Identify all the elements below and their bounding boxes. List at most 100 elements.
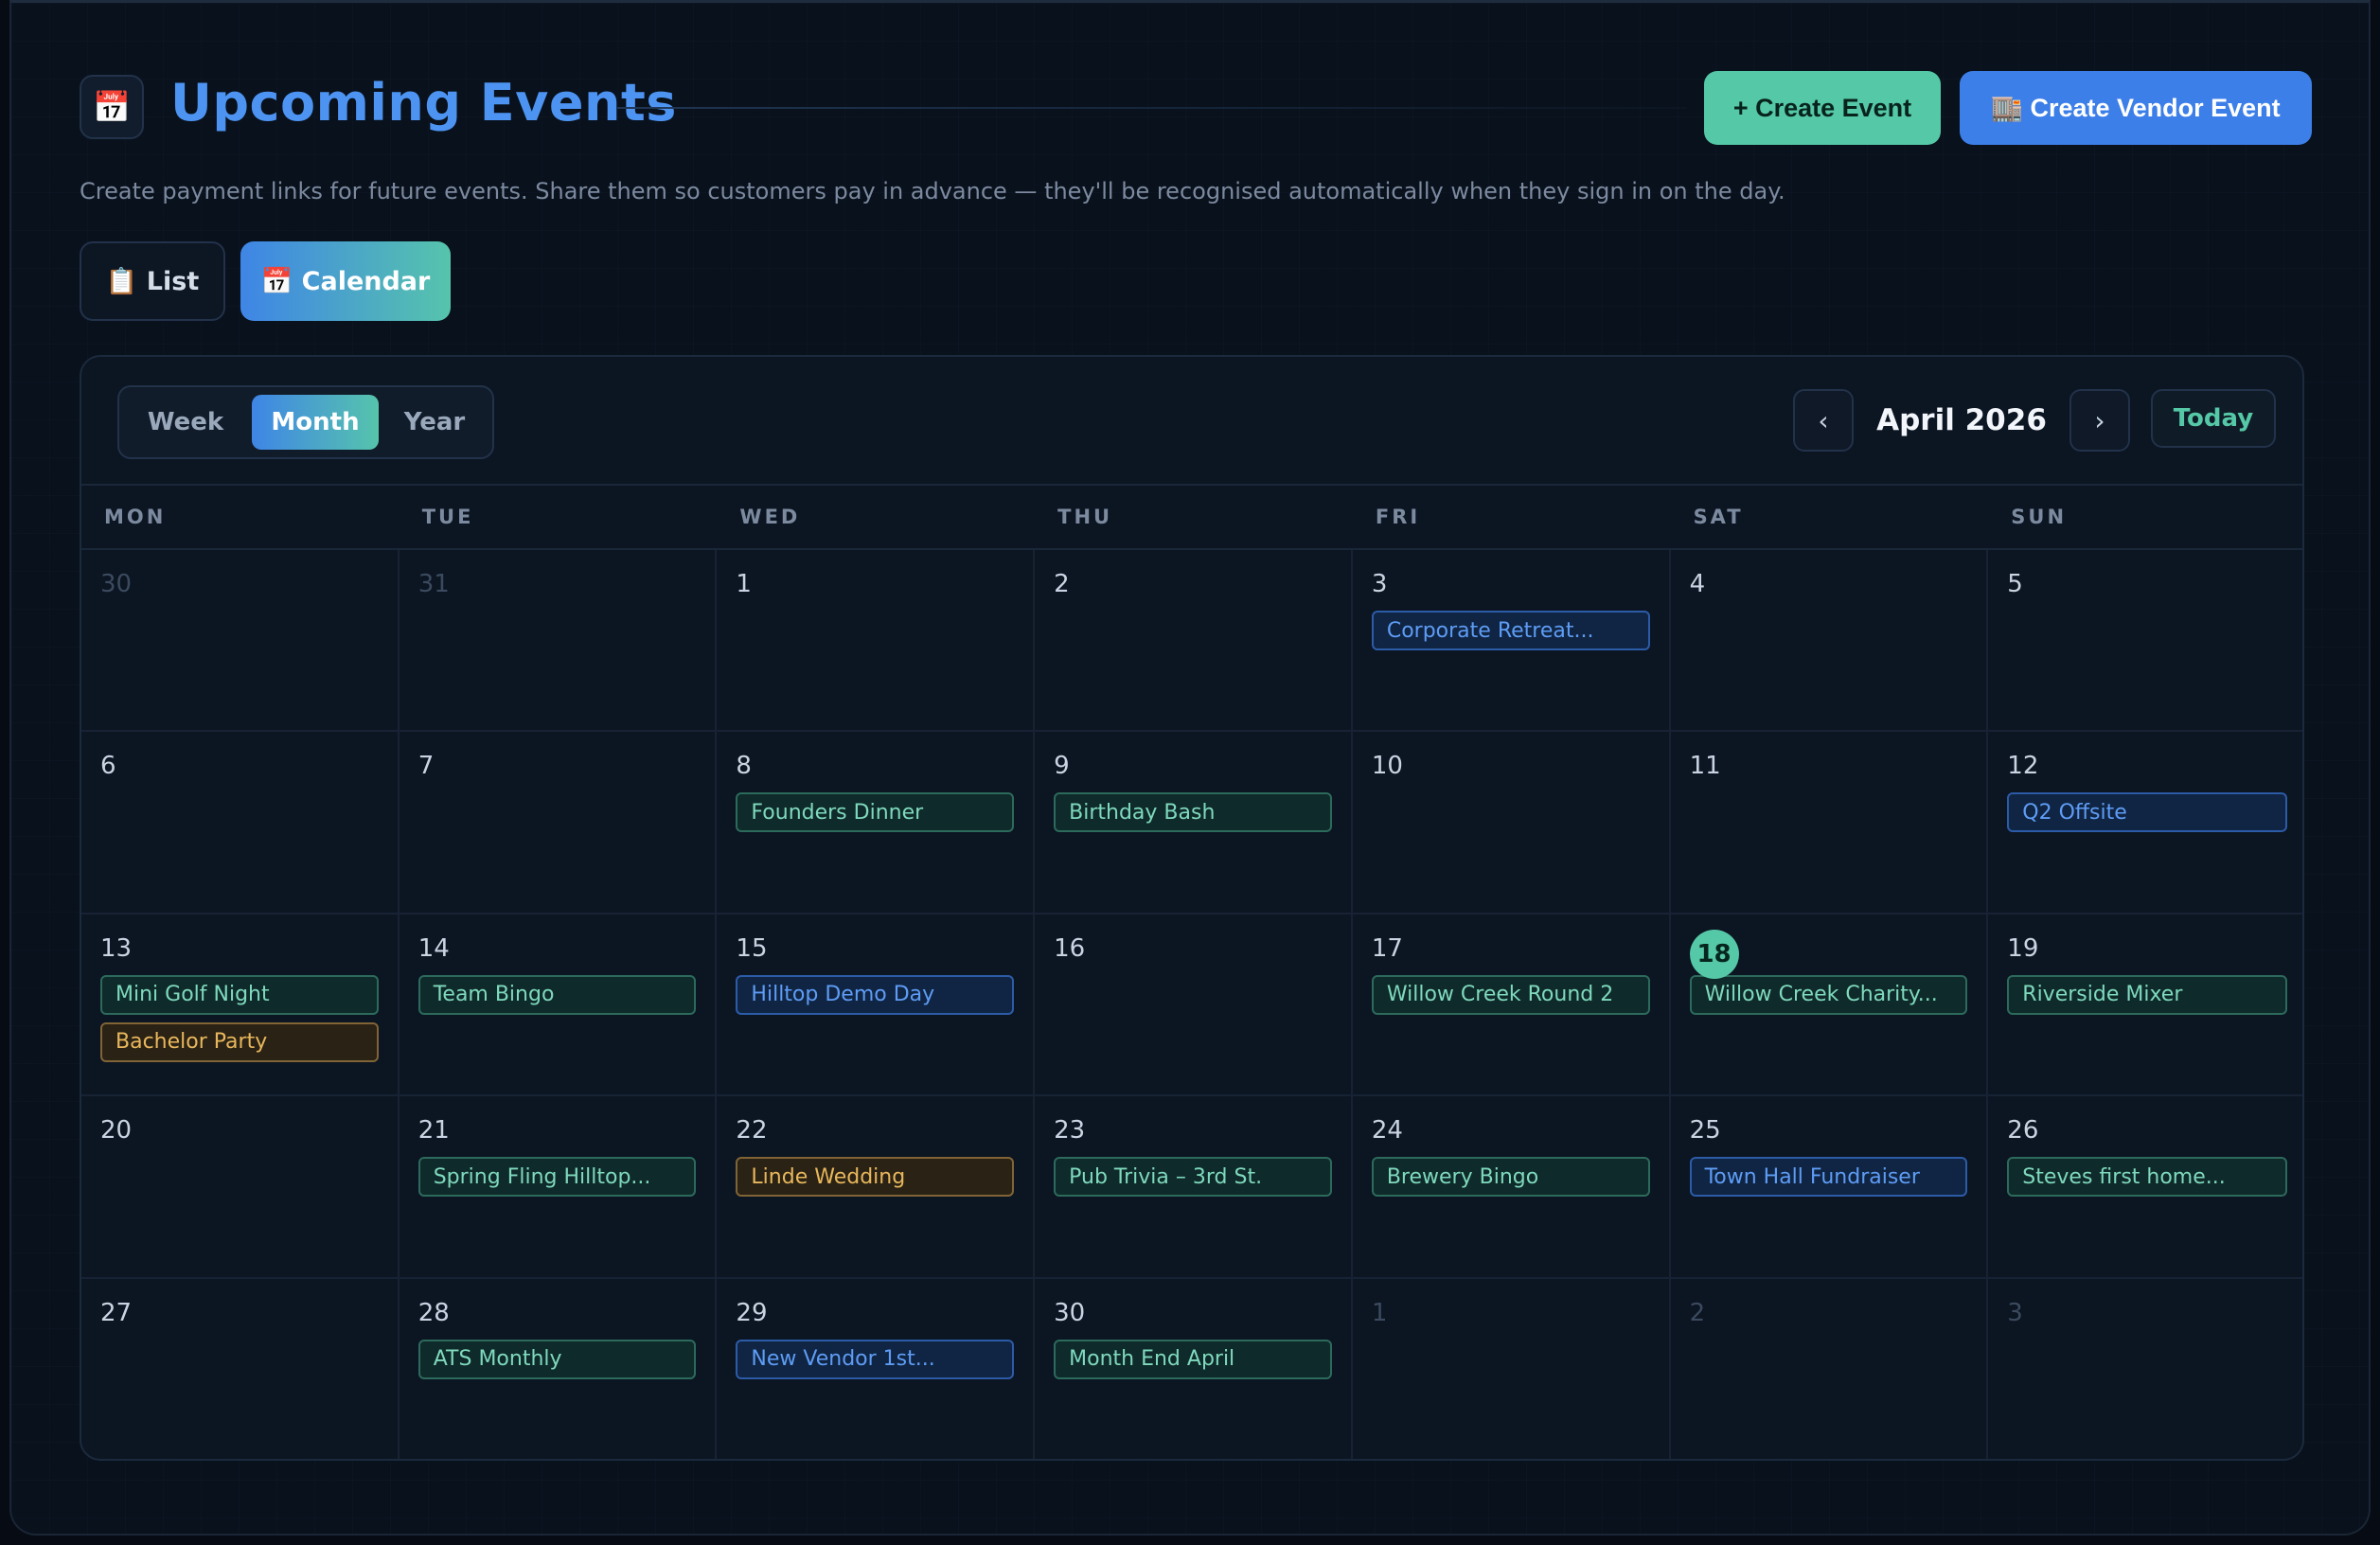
day-cell[interactable]: 12 Q2 Offsite (1988, 732, 2302, 915)
day-cell[interactable]: 28 ATS Monthly (400, 1278, 718, 1459)
day-number: 19 (2007, 933, 2039, 963)
list-view-button[interactable]: 📋 List (80, 241, 225, 321)
event-chip[interactable]: Hilltop Demo Day (736, 974, 1015, 1015)
day-number-row: 4 (1690, 569, 1968, 599)
next-month-button[interactable]: › (2069, 389, 2130, 452)
day-cell[interactable]: 23 Pub Trivia – 3rd St. (1035, 1096, 1353, 1279)
event-chip[interactable]: Willow Creek Charity... (1689, 974, 1968, 1015)
day-number-row: 3 (1372, 569, 1650, 599)
event-chip[interactable]: Steves first home... (2007, 1157, 2287, 1198)
day-number-row: 10 (1372, 751, 1650, 781)
event-chip[interactable]: Spring Fling Hilltop... (417, 1157, 697, 1198)
event-chip[interactable]: Pub Trivia – 3rd St. (1054, 1157, 1332, 1198)
event-chip[interactable]: Corporate Retreat... (1371, 611, 1650, 650)
day-cell[interactable]: 4 (1670, 550, 1989, 733)
day-number: 31 (417, 570, 450, 598)
day-cell[interactable]: 17 Willow Creek Round 2 (1352, 914, 1671, 1097)
create-event-button[interactable]: + Create Event (1704, 71, 1941, 145)
event-chip[interactable]: Willow Creek Round 2 (1371, 974, 1650, 1015)
event-chip[interactable]: Birthday Bash (1054, 792, 1332, 833)
create-vendor-event-button[interactable]: 🏬 Create Vendor Event (1960, 71, 2312, 145)
day-cell[interactable]: 26 Steves first home... (1988, 1096, 2302, 1279)
day-cell[interactable]: 30 Month End April (1035, 1278, 1353, 1459)
page-title: Upcoming Events (170, 73, 677, 133)
event-chip[interactable]: Team Bingo (417, 974, 697, 1015)
day-number-row: 12 (2007, 751, 2287, 781)
calendar-panel: Week Month Year ‹ April 2026 › Today MON… (80, 355, 2304, 1461)
day-number-row: 14 (418, 933, 697, 964)
day-number: 4 (1689, 570, 1706, 598)
event-chip[interactable]: Bachelor Party (100, 1021, 379, 1062)
weekday-fri: FRI (1375, 506, 1421, 528)
day-number: 30 (100, 570, 133, 598)
day-number: 22 (736, 1116, 768, 1145)
day-cell[interactable]: 1 (1353, 1278, 1671, 1459)
day-cell[interactable]: 1 (717, 550, 1036, 733)
day-cell[interactable]: 9 Birthday Bash (1035, 732, 1353, 915)
day-cell[interactable]: 30 (81, 550, 400, 733)
day-cell[interactable]: 19 Riverside Mixer (1988, 915, 2302, 1097)
day-number-row: 29 (736, 1298, 1014, 1328)
event-chip[interactable]: Month End April (1054, 1339, 1332, 1379)
weekday-sat: SAT (1693, 506, 1744, 528)
day-cell[interactable]: 18 Willow Creek Charity... (1670, 914, 1989, 1097)
day-number-row: 8 (736, 751, 1014, 781)
day-cell[interactable]: 11 (1670, 732, 1989, 915)
event-chip[interactable]: New Vendor 1st... (736, 1339, 1015, 1379)
day-number-row: 28 (418, 1298, 697, 1328)
day-cell[interactable]: 7 (399, 732, 718, 915)
day-cell[interactable]: 15 Hilltop Demo Day (717, 914, 1036, 1097)
day-cell[interactable]: 25 Town Hall Fundraiser (1670, 1096, 1989, 1279)
day-cell[interactable]: 20 (81, 1096, 400, 1279)
day-cell[interactable]: 2 (1671, 1278, 1989, 1459)
day-number-row: 30 (1054, 1298, 1332, 1328)
day-cell[interactable]: 10 (1352, 732, 1671, 915)
day-cell[interactable]: 5 (1988, 550, 2302, 733)
day-number: 28 (417, 1298, 450, 1327)
current-month-label: April 2026 (1876, 403, 2047, 437)
range-week-button[interactable]: Week (133, 395, 239, 450)
event-chip[interactable]: Riverside Mixer (2007, 974, 2287, 1015)
day-number: 26 (2007, 1116, 2039, 1145)
day-cell[interactable]: 14 Team Bingo (399, 914, 718, 1097)
day-number: 16 (1054, 933, 1086, 963)
day-number-row: 6 (100, 751, 379, 781)
today-day-number: 18 (1689, 929, 1739, 979)
range-month-button[interactable]: Month (252, 395, 379, 450)
day-cell[interactable]: 3 (1988, 1279, 2302, 1459)
day-cell[interactable]: 16 (1035, 914, 1353, 1097)
day-cell[interactable]: 13 Mini Golf Night Bachelor Party (81, 914, 400, 1097)
day-cell[interactable]: 31 (399, 550, 718, 733)
day-number-row: 24 (1372, 1115, 1650, 1145)
day-number: 17 (1371, 933, 1403, 963)
day-number: 29 (736, 1298, 768, 1327)
day-cell[interactable]: 2 (1035, 550, 1353, 733)
today-button[interactable]: Today (2151, 389, 2276, 448)
day-cell[interactable]: 8 Founders Dinner (717, 732, 1036, 915)
day-cell[interactable]: 3 Corporate Retreat... (1352, 550, 1671, 733)
calendar-icon: 📅 (80, 75, 144, 139)
day-number-row: 3 (2007, 1298, 2287, 1328)
day-number-row: 27 (100, 1298, 379, 1328)
day-number-row: 5 (2007, 569, 2287, 599)
day-cell[interactable]: 6 (81, 732, 400, 915)
event-chip[interactable]: ATS Monthly (417, 1339, 697, 1379)
day-number-row: 2 (1054, 569, 1332, 599)
day-cell[interactable]: 24 Brewery Bingo (1352, 1096, 1671, 1279)
calendar-view-button[interactable]: 📅 Calendar (240, 241, 451, 321)
event-chip[interactable]: Town Hall Fundraiser (1689, 1157, 1968, 1198)
day-cell[interactable]: 22 Linde Wedding (717, 1096, 1036, 1279)
event-chip[interactable]: Brewery Bingo (1371, 1157, 1650, 1198)
day-cell[interactable]: 27 (81, 1278, 400, 1459)
range-year-button[interactable]: Year (382, 395, 487, 450)
day-cell[interactable]: 29 New Vendor 1st... (717, 1278, 1036, 1459)
day-cell[interactable]: 21 Spring Fling Hilltop... (399, 1096, 718, 1279)
day-number-row: 17 (1372, 933, 1650, 964)
events-page: 📅 Upcoming Events + Create Event 🏬 Creat… (9, 0, 2371, 1536)
event-chip[interactable]: Q2 Offsite (2007, 792, 2287, 833)
event-chip[interactable]: Linde Wedding (736, 1157, 1015, 1198)
previous-month-button[interactable]: ‹ (1793, 389, 1854, 452)
day-number-row: 31 (418, 569, 697, 599)
event-chip[interactable]: Mini Golf Night (100, 974, 379, 1015)
event-chip[interactable]: Founders Dinner (736, 792, 1015, 833)
